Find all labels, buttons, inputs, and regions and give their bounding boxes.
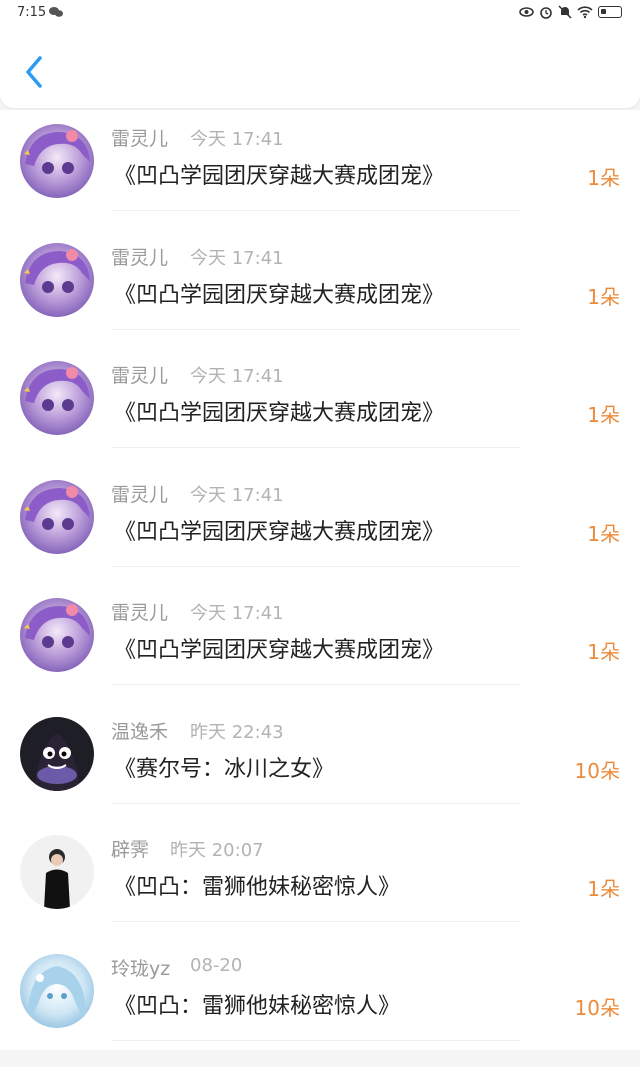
wifi-icon (577, 6, 593, 19)
divider (111, 328, 521, 330)
user-name: 雷灵儿 (111, 602, 169, 624)
list-item[interactable]: 雷灵儿 今天 17:41 《凹凸学园团厌穿越大赛成团宠》 1朵 (0, 347, 640, 466)
divider (111, 210, 521, 211)
timestamp: 今天 17:41 (190, 366, 284, 387)
avatar[interactable] (20, 598, 94, 672)
flower-count: 1朵 (587, 877, 620, 901)
alarm-icon (540, 7, 552, 19)
divider (111, 802, 521, 804)
book-title: 《凹凸学园团厌穿越大赛成团宠》 (114, 401, 445, 426)
top-bar (0, 28, 640, 108)
mute-icon (558, 5, 572, 19)
user-name: 雷灵儿 (111, 246, 169, 269)
avatar[interactable] (20, 124, 94, 198)
timestamp: 昨天 22:43 (190, 721, 284, 743)
book-title: 《凹凸：雷狮他妹秘密惊人》 (114, 875, 401, 900)
flower-count: 10朵 (574, 995, 620, 1020)
divider (111, 921, 521, 922)
list-item[interactable]: 辟霁 昨天 20:07 《凹凸：雷狮他妹秘密惊人》 1朵 (0, 821, 640, 940)
book-title: 《凹凸：雷狮他妹秘密惊人》 (114, 993, 401, 1019)
divider (111, 565, 521, 567)
list-item[interactable]: 雷灵儿 今天 17:41 《凹凸学园团厌穿越大赛成团宠》 1朵 (0, 110, 640, 229)
book-title: 《凹凸学园团厌穿越大赛成团宠》 (114, 638, 445, 663)
divider (111, 1039, 521, 1041)
book-title: 《凹凸学园团厌穿越大赛成团宠》 (114, 282, 445, 308)
user-name: 雷灵儿 (111, 483, 169, 506)
avatar[interactable] (20, 242, 94, 317)
book-title: 《赛尔号：冰川之女》 (114, 756, 335, 782)
battery-icon (598, 6, 622, 18)
flower-count: 10朵 (574, 758, 620, 783)
chevron-left-icon[interactable] (18, 52, 52, 92)
status-bar: 7:15 (0, 0, 640, 28)
flower-count: 1朵 (587, 521, 620, 546)
timestamp: 今天 17:41 (190, 603, 284, 624)
user-name: 温逸禾 (111, 720, 169, 743)
flower-count: 1朵 (587, 166, 620, 190)
book-title: 《凹凸学园团厌穿越大赛成团宠》 (114, 519, 445, 545)
flower-count: 1朵 (587, 403, 620, 427)
status-icons (519, 5, 622, 19)
avatar[interactable] (20, 716, 94, 791)
book-title: 《凹凸学园团厌穿越大赛成团宠》 (114, 164, 445, 189)
user-name: 辟霁 (111, 839, 150, 861)
divider (111, 447, 521, 448)
eye-icon (519, 7, 534, 17)
user-name: 玲珑yz (111, 957, 171, 980)
list-item[interactable]: 雷灵儿 今天 17:41 《凹凸学园团厌穿越大赛成团宠》 1朵 (0, 229, 640, 348)
wechat-icon (49, 7, 63, 17)
timestamp: 昨天 20:07 (170, 840, 264, 861)
avatar[interactable] (20, 479, 94, 554)
avatar[interactable] (20, 835, 94, 909)
divider (111, 684, 521, 685)
user-name: 雷灵儿 (111, 365, 169, 387)
timestamp: 08-20 (190, 954, 243, 976)
user-name: 雷灵儿 (111, 128, 169, 150)
flower-count: 1朵 (587, 284, 620, 309)
list-item[interactable]: 玲珑yz 08-20 《凹凸：雷狮他妹秘密惊人》 10朵 (0, 940, 640, 1059)
gift-list: 雷灵儿 今天 17:41 《凹凸学园团厌穿越大赛成团宠》 1朵 雷灵儿 今天 17:41 《… (0, 110, 640, 1050)
timestamp: 今天 17:41 (190, 484, 284, 506)
timestamp: 今天 17:41 (190, 247, 284, 269)
status-time: 7:15 (17, 5, 47, 20)
avatar[interactable] (20, 361, 94, 435)
flower-count: 1朵 (587, 640, 620, 664)
list-item[interactable]: 雷灵儿 今天 17:41 《凹凸学园团厌穿越大赛成团宠》 1朵 (0, 584, 640, 703)
timestamp: 今天 17:41 (190, 129, 284, 150)
avatar[interactable] (20, 953, 94, 1028)
list-item[interactable]: 雷灵儿 今天 17:41 《凹凸学园团厌穿越大赛成团宠》 1朵 (0, 466, 640, 585)
list-item[interactable]: 温逸禾 昨天 22:43 《赛尔号：冰川之女》 10朵 (0, 703, 640, 822)
